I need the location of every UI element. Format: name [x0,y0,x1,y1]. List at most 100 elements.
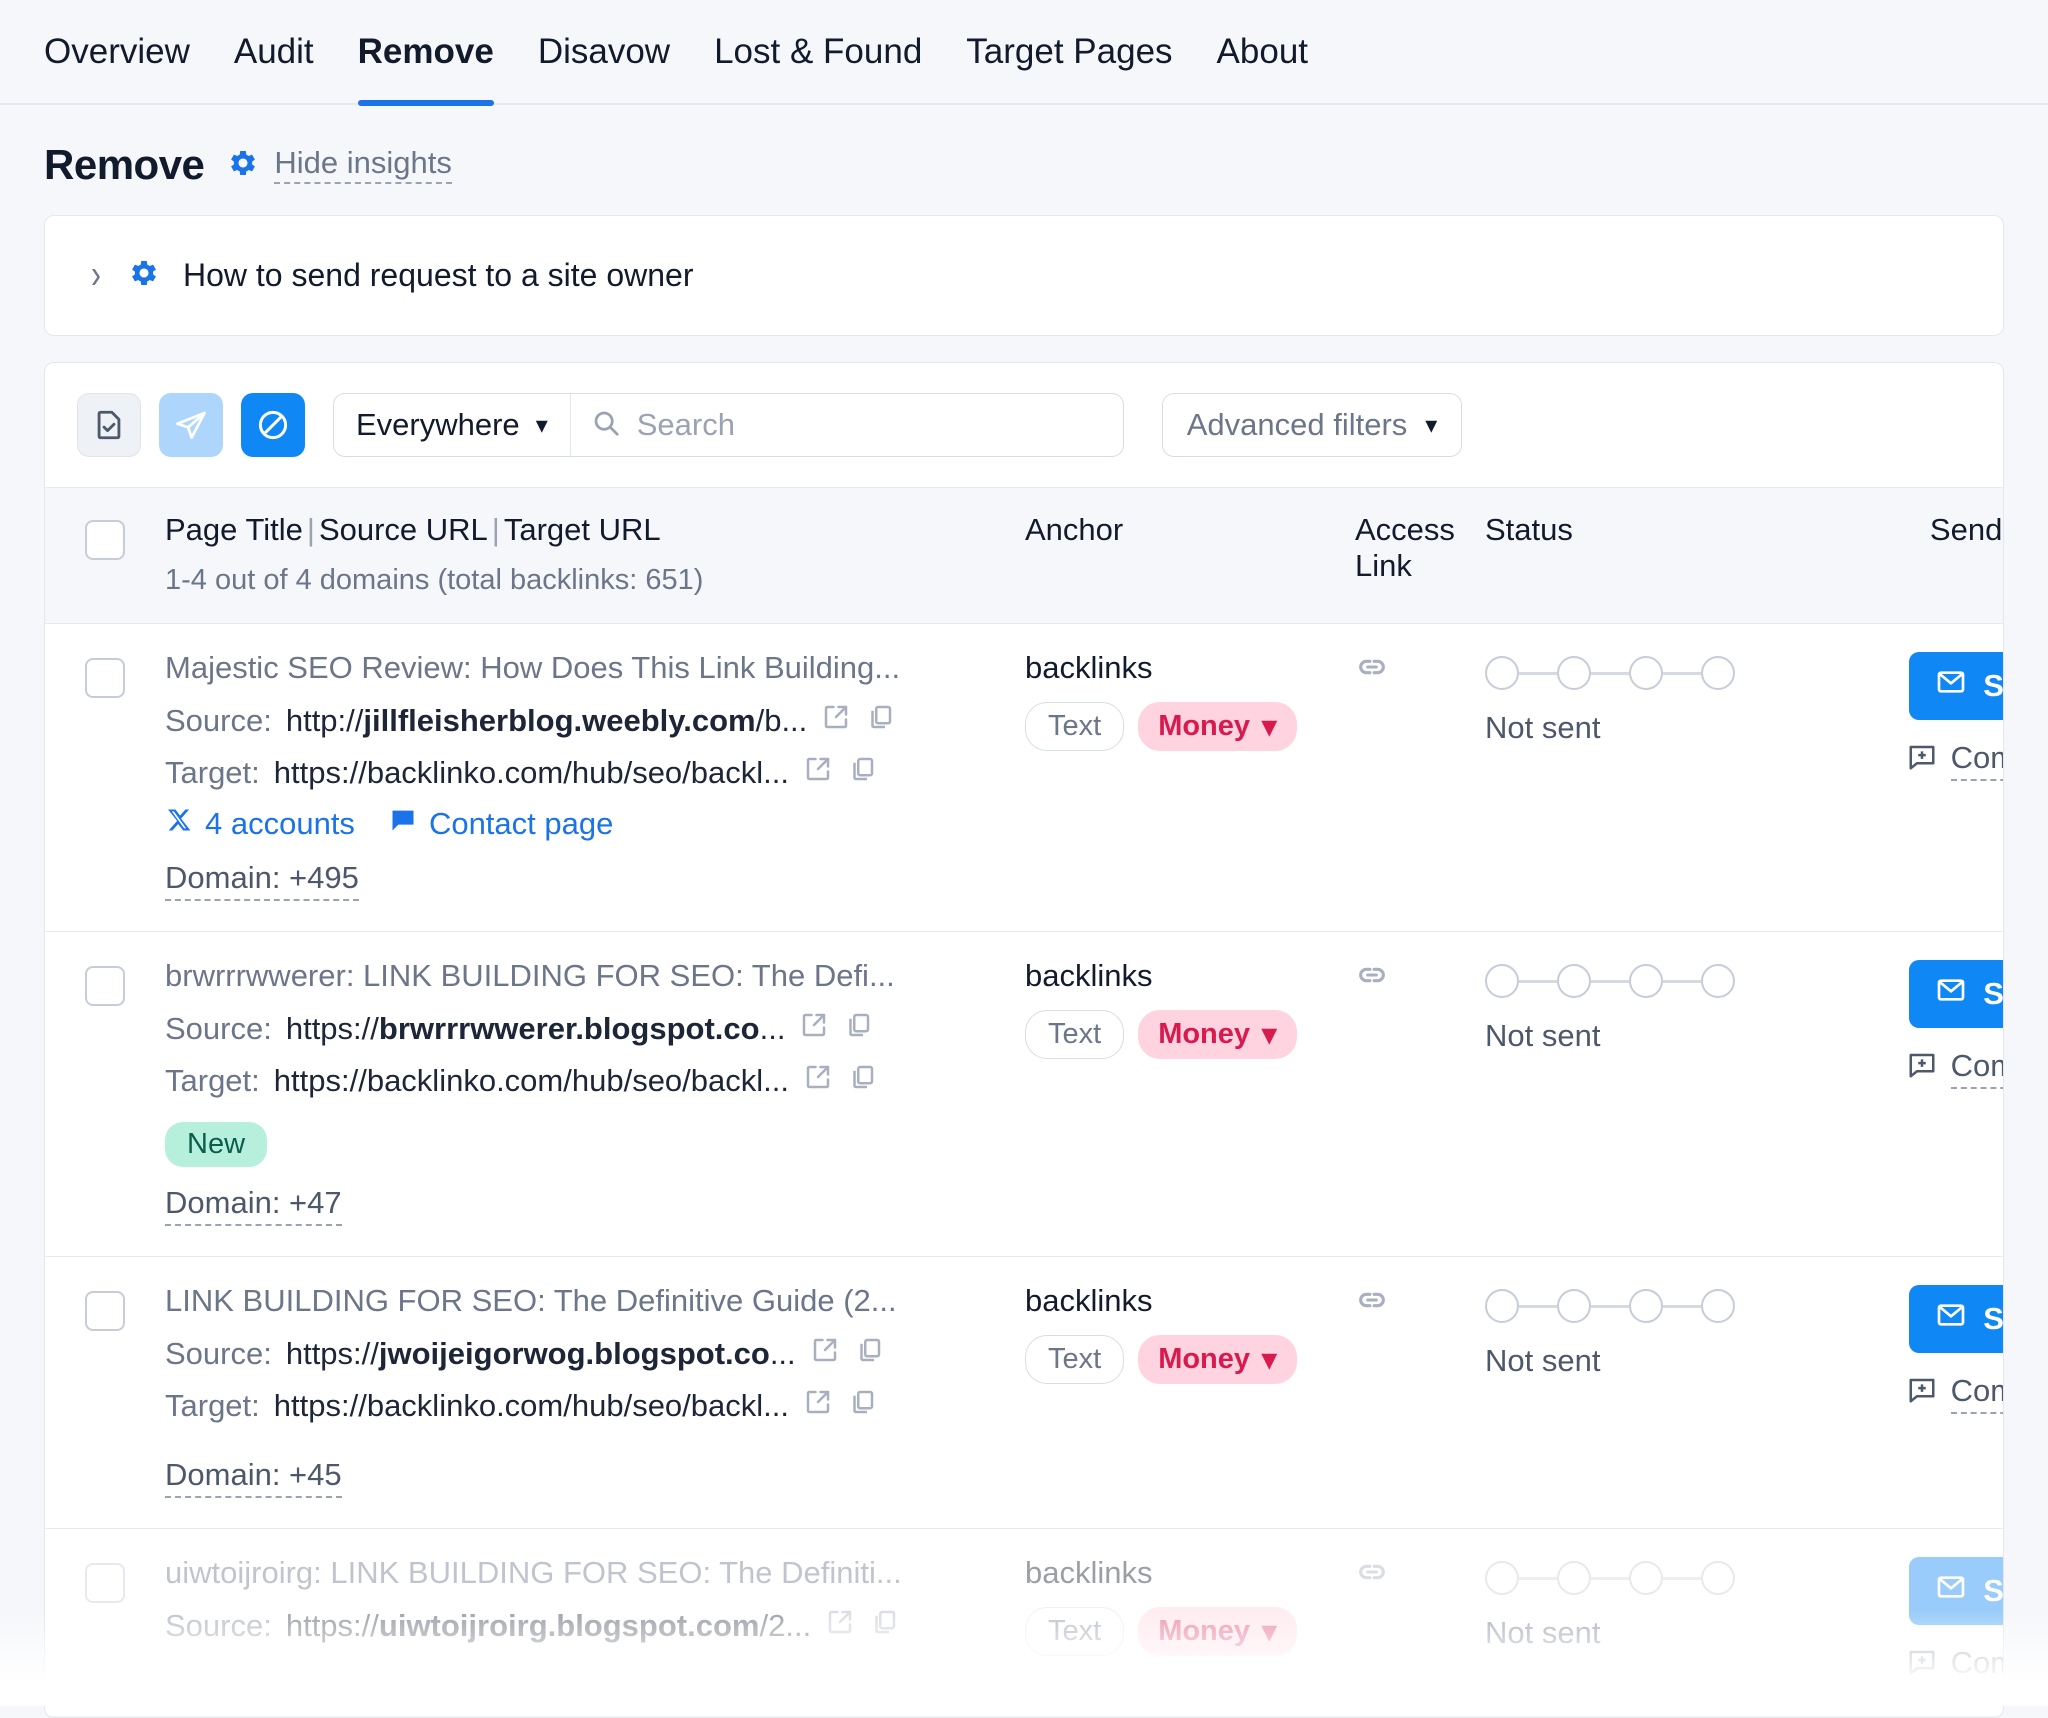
chain-link-icon[interactable] [1355,1304,1389,1321]
x-accounts-link[interactable]: 4 accounts [165,806,355,842]
scope-select[interactable]: Everywhere ▾ [334,394,571,456]
open-external-icon[interactable] [810,1335,840,1373]
page-title-text[interactable]: LINK BUILDING FOR SEO: The Definitive Gu… [165,1283,1025,1319]
comment-link[interactable]: Comment [1907,1048,2004,1089]
send-button[interactable]: Send [1909,1285,2004,1353]
domain-more-link[interactable]: Domain: +495 [165,860,359,901]
chain-link-icon[interactable] [1355,979,1389,996]
gear-icon [226,146,260,185]
hide-insights-toggle[interactable]: Hide insights [226,146,451,185]
table-row: uiwtoijroirg: LINK BUILDING FOR SEO: The… [45,1529,2003,1717]
copy-icon[interactable] [847,754,877,792]
tab-about[interactable]: About [1217,0,1308,104]
pill-money-type[interactable]: Money▾ [1138,702,1296,751]
status-step[interactable] [1629,656,1663,690]
chevron-down-icon: ▾ [1262,709,1277,744]
status-step[interactable] [1629,1561,1663,1595]
open-external-icon[interactable] [803,1062,833,1100]
pill-money-type[interactable]: Money▾ [1138,1607,1296,1656]
open-external-icon[interactable] [821,702,851,740]
source-url-text[interactable]: https://jwoijeigorwog.blogspot.co... [286,1336,796,1372]
send-button-label: Send [1983,1573,2004,1609]
row-checkbox[interactable] [85,658,125,698]
status-progress [1485,656,1855,690]
search-input[interactable]: Search [571,394,1123,456]
pill-text-type[interactable]: Text [1025,1335,1124,1384]
send-button[interactable]: Send [1909,960,2004,1028]
tab-remove[interactable]: Remove [358,0,494,104]
add-comment-icon [1907,1647,1937,1685]
no-entry-icon[interactable] [241,393,305,457]
row-checkbox[interactable] [85,1291,125,1331]
comment-link[interactable]: Comment [1907,1373,2004,1414]
target-url-text[interactable]: https://backlinko.com/hub/seo/backl... [274,1388,789,1424]
row-checkbox[interactable] [85,1563,125,1603]
row-send-cell: Send Comment [1855,1555,2004,1686]
target-url-text[interactable]: https://backlinko.com/hub/seo/backl... [274,1063,789,1099]
advanced-filters-label: Advanced filters [1187,407,1408,443]
copy-icon[interactable] [854,1335,884,1373]
domain-more-link[interactable]: Domain: +47 [165,1185,342,1226]
chain-link-icon[interactable] [1355,671,1389,688]
contact-page-link[interactable]: Contact page [389,806,613,842]
status-step[interactable] [1485,964,1519,998]
tab-disavow[interactable]: Disavow [538,0,670,104]
select-all-checkbox[interactable] [85,520,125,560]
copy-icon[interactable] [865,702,895,740]
comment-link[interactable]: Comment [1907,1645,2004,1686]
status-step[interactable] [1557,656,1591,690]
source-url-text[interactable]: https://brwrrrwwerer.blogspot.co... [286,1011,786,1047]
page-title-text[interactable]: Majestic SEO Review: How Does This Link … [165,650,1025,686]
domain-more-link[interactable]: Domain: +45 [165,1457,342,1498]
pill-text-type[interactable]: Text [1025,1607,1124,1656]
send-button[interactable]: Send [1909,652,2004,720]
status-step[interactable] [1557,964,1591,998]
status-connector [1519,1305,1557,1308]
status-step[interactable] [1485,1289,1519,1323]
tab-audit[interactable]: Audit [234,0,314,104]
pill-text-type[interactable]: Text [1025,702,1124,751]
copy-icon[interactable] [847,1387,877,1425]
row-checkbox[interactable] [85,966,125,1006]
copy-icon[interactable] [869,1607,899,1645]
source-url-text[interactable]: https://uiwtoijroirg.blogspot.com/2... [286,1608,811,1644]
status-step[interactable] [1485,1561,1519,1595]
open-external-icon[interactable] [803,1387,833,1425]
file-export-icon[interactable] [77,393,141,457]
status-step[interactable] [1701,1561,1735,1595]
pill-money-type[interactable]: Money▾ [1138,1335,1296,1384]
page-title-text[interactable]: uiwtoijroirg: LINK BUILDING FOR SEO: The… [165,1555,1025,1591]
status-step[interactable] [1485,656,1519,690]
status-connector [1663,1577,1701,1580]
status-step[interactable] [1701,1289,1735,1323]
chain-link-icon[interactable] [1355,1576,1389,1593]
column-source-url: Source URL [319,512,488,547]
comment-link[interactable]: Comment [1907,740,2004,781]
tab-target-pages[interactable]: Target Pages [966,0,1172,104]
tab-overview[interactable]: Overview [44,0,190,104]
copy-icon[interactable] [843,1010,873,1048]
open-external-icon[interactable] [799,1010,829,1048]
insights-accordion-header[interactable]: › How to send request to a site owner [45,216,2003,335]
advanced-filters-button[interactable]: Advanced filters ▾ [1162,393,1463,457]
open-external-icon[interactable] [825,1607,855,1645]
page-title-text[interactable]: brwrrrwwerer: LINK BUILDING FOR SEO: The… [165,958,1025,994]
paper-plane-icon[interactable] [159,393,223,457]
send-button[interactable]: Send [1909,1557,2004,1625]
status-step[interactable] [1701,656,1735,690]
status-step[interactable] [1557,1561,1591,1595]
copy-icon[interactable] [847,1062,877,1100]
row-main-cell: uiwtoijroirg: LINK BUILDING FOR SEO: The… [165,1555,1025,1659]
status-step[interactable] [1629,1289,1663,1323]
pill-money-type[interactable]: Money▾ [1138,1010,1296,1059]
pill-text-type[interactable]: Text [1025,1010,1124,1059]
status-step[interactable] [1557,1289,1591,1323]
comment-label: Comment [1951,1048,2004,1089]
open-external-icon[interactable] [803,754,833,792]
source-url-text[interactable]: http://jillfleisherblog.weebly.com/b... [286,703,807,739]
row-main-cell: Majestic SEO Review: How Does This Link … [165,650,1025,901]
tab-lost-and-found[interactable]: Lost & Found [714,0,922,104]
status-step[interactable] [1629,964,1663,998]
status-step[interactable] [1701,964,1735,998]
target-url-text[interactable]: https://backlinko.com/hub/seo/backl... [274,755,789,791]
